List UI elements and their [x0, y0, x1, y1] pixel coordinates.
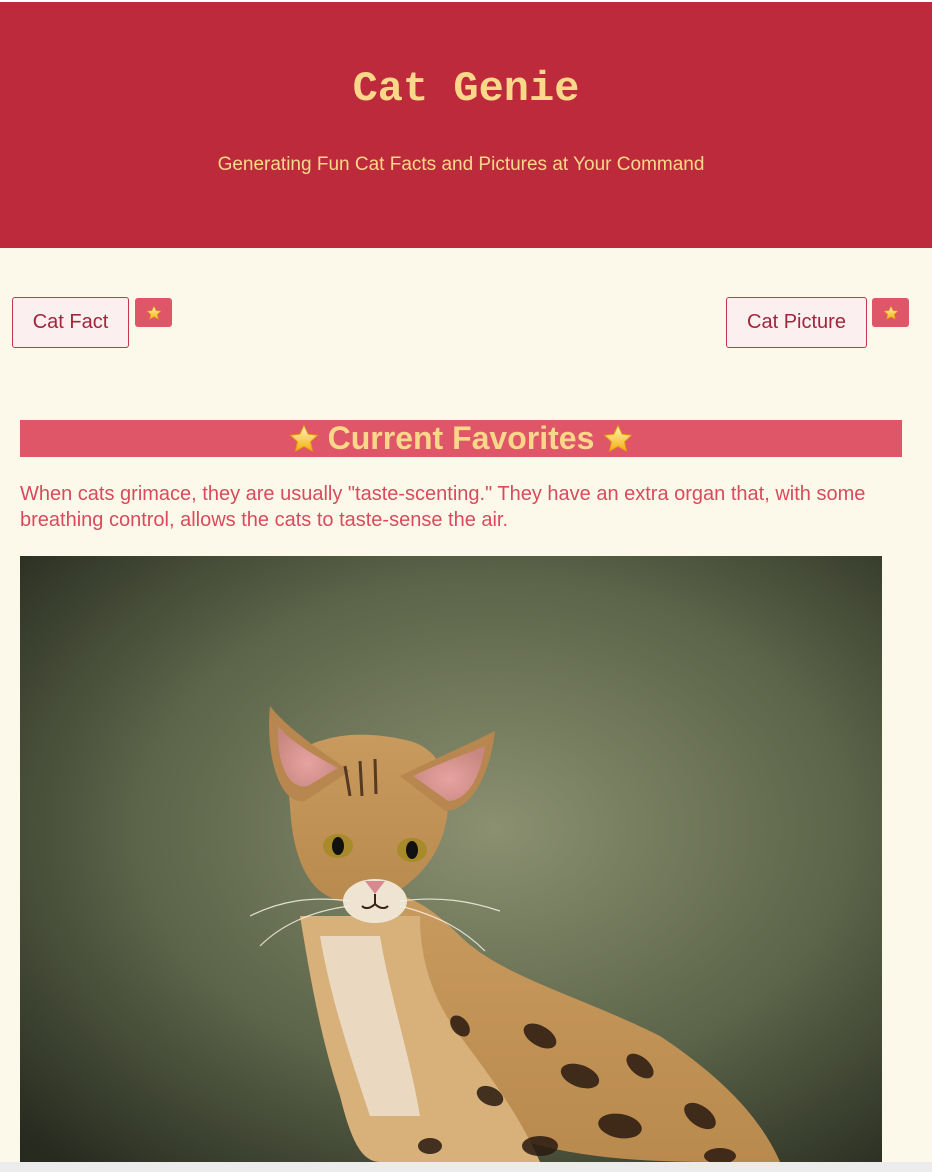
star-icon	[288, 423, 319, 452]
favorite-picture-button[interactable]	[872, 298, 909, 327]
site-title: Cat Genie	[352, 65, 580, 113]
star-icon	[603, 423, 634, 452]
star-icon	[883, 305, 898, 320]
favorite-cat-picture	[20, 556, 882, 1162]
star-icon	[146, 305, 161, 320]
favorite-fact-button[interactable]	[135, 298, 172, 327]
favorite-cat-fact: When cats grimace, they are usually "tas…	[20, 483, 866, 531]
cat-photo-illustration	[20, 556, 882, 1162]
cat-picture-button[interactable]: Cat Picture	[726, 297, 867, 348]
favorites-heading-text: Current Favorites	[327, 420, 595, 456]
bottom-strip	[0, 1162, 932, 1172]
site-tagline: Generating Fun Cat Facts and Pictures at…	[217, 154, 705, 175]
cat-fact-button[interactable]: Cat Fact	[12, 297, 129, 348]
favorites-heading: Current Favorites	[288, 420, 635, 457]
favorites-heading-bar: Current Favorites	[20, 420, 902, 457]
site-header: Cat Genie Generating Fun Cat Facts and P…	[0, 2, 932, 248]
